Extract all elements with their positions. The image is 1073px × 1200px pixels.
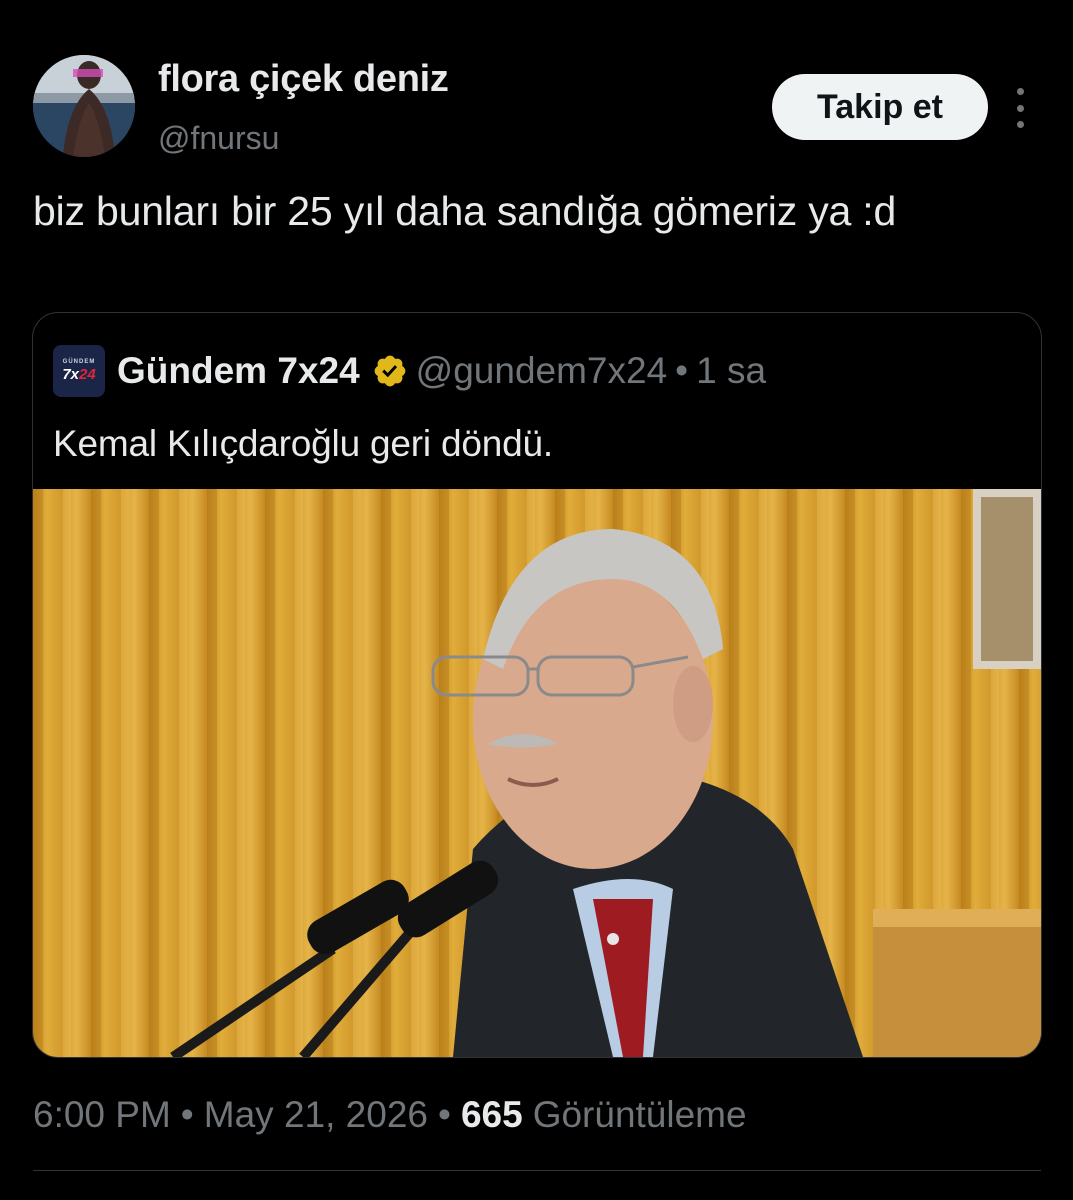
meta-separator: •	[180, 1094, 194, 1135]
quoted-tweet-card[interactable]: GÜNDEM 7x24 Gündem 7x24 @gundem7x24 • 1 …	[32, 312, 1042, 1058]
author-display-name[interactable]: flora çiçek deniz	[158, 58, 449, 101]
more-dot	[1016, 104, 1024, 112]
tweet-time[interactable]: 6:00 PM	[33, 1094, 171, 1136]
follow-button[interactable]: Takip et	[772, 74, 988, 140]
quote-avatar-logo-main: 7x24	[62, 366, 95, 383]
quote-avatar-logo-prefix: 7x	[62, 366, 79, 383]
more-dot	[1016, 88, 1024, 95]
quote-avatar-logo[interactable]: GÜNDEM 7x24	[53, 345, 105, 397]
author-avatar[interactable]	[33, 55, 135, 157]
meta-separator: •	[437, 1094, 451, 1135]
views-label: Görüntüleme	[532, 1094, 747, 1135]
quote-header: Gündem 7x24 @gundem7x24 • 1 sa	[117, 349, 766, 393]
tweet-date[interactable]: May 21, 2026	[204, 1094, 428, 1136]
more-vertical-icon[interactable]	[1006, 88, 1034, 128]
quote-separator: •	[675, 350, 689, 391]
author-handle[interactable]: @fnursu	[158, 120, 279, 157]
quote-photo[interactable]	[33, 489, 1041, 1057]
quote-avatar-logo-suffix: 24	[79, 366, 96, 383]
quote-handle[interactable]: @gundem7x24	[416, 350, 668, 392]
divider	[33, 1170, 1041, 1171]
quote-avatar-logo-top: GÜNDEM	[62, 359, 96, 365]
more-dot	[1016, 121, 1024, 128]
quote-display-name[interactable]: Gündem 7x24	[117, 350, 360, 392]
verified-badge-icon	[374, 355, 406, 387]
tweet-text: biz bunları bir 25 yıl daha sandığa göme…	[33, 188, 897, 234]
tweet-meta: 6:00 PM • May 21, 2026 • 665 Görüntüleme	[33, 1090, 747, 1140]
views-count: 665	[460, 1094, 523, 1135]
quote-timestamp[interactable]: 1 sa	[696, 350, 766, 392]
quote-text: Kemal Kılıçdaroğlu geri döndü.	[53, 423, 553, 464]
